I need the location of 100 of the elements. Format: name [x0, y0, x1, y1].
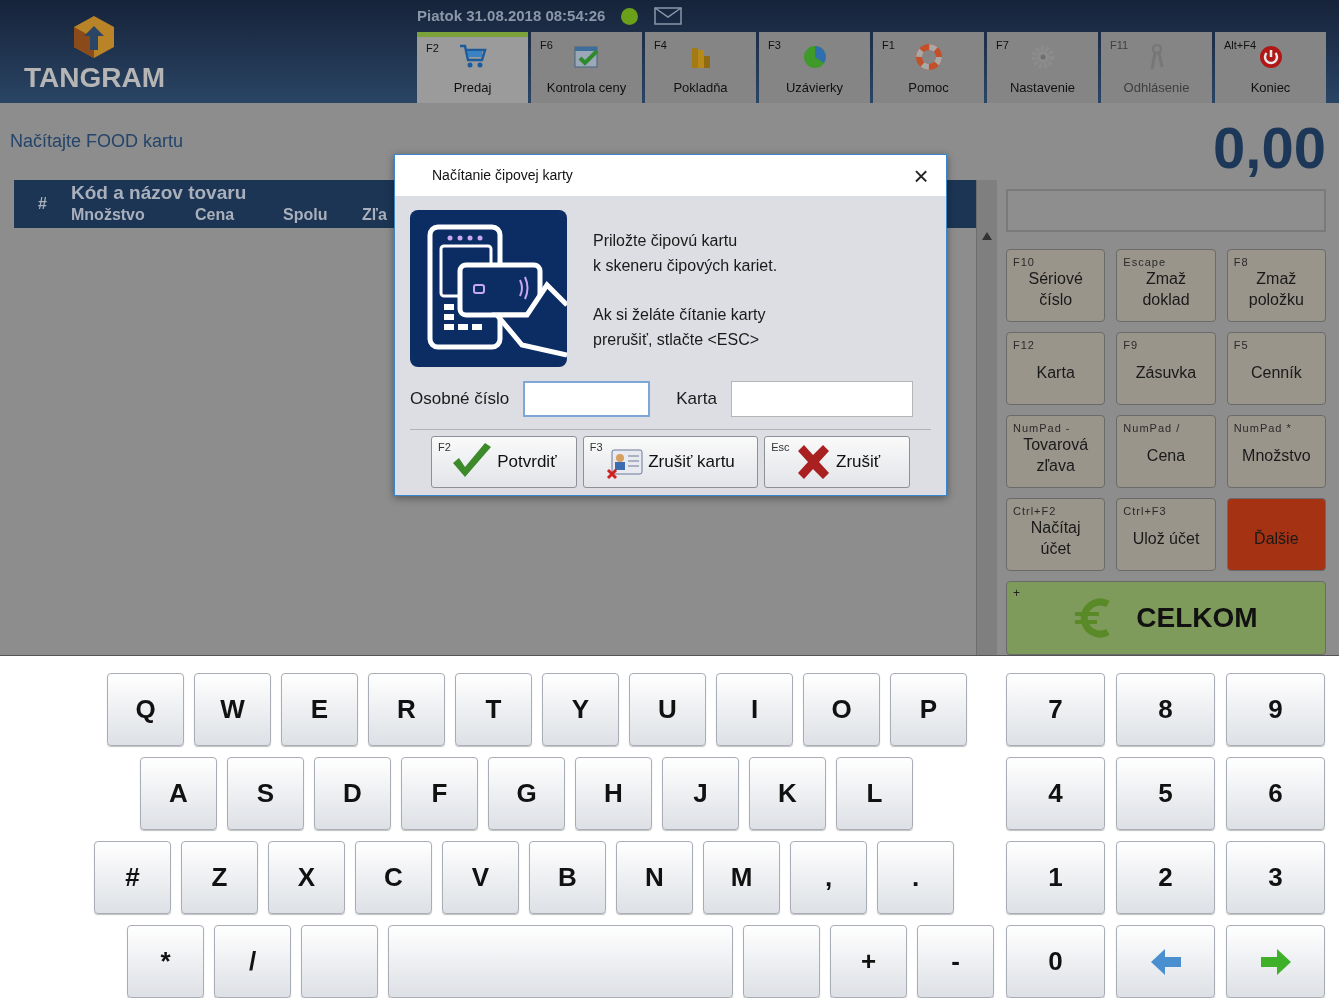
keyboard-key[interactable]: I: [716, 673, 793, 746]
keyboard-key[interactable]: N: [616, 841, 693, 914]
keyboard-key[interactable]: Y: [542, 673, 619, 746]
input-field[interactable]: [730, 381, 913, 417]
scroll-up-icon[interactable]: [982, 232, 992, 240]
dialog-message: Priložte čipovú kartu k skeneru čipových kariet.: [593, 231, 778, 276]
keyboard-key[interactable]: 7: [1006, 673, 1105, 746]
left-arrow-key[interactable]: [1116, 925, 1215, 998]
dialog-message: Ak si želáte čítanie karty prerušiť, stlačte <ESC>: [593, 305, 767, 350]
keyboard-key[interactable]: ,: [790, 841, 867, 914]
keyboard-key[interactable]: C: [355, 841, 432, 914]
keyboard-key[interactable]: B: [529, 841, 606, 914]
hotkey-label: F10: [1013, 254, 1035, 270]
keyboard-key[interactable]: #: [94, 841, 171, 914]
dialog-button[interactable]: Esc Zrušiť: [764, 436, 910, 488]
keyboard-key[interactable]: +: [830, 925, 907, 998]
hotkey-label: F2: [426, 41, 439, 56]
keyboard-key[interactable]: 0: [1006, 925, 1105, 998]
nav-tab[interactable]: F7 Nastavenie: [987, 32, 1098, 103]
nav-tab[interactable]: F4 Pokladňa: [645, 32, 756, 103]
keyboard-key[interactable]: 8: [1116, 673, 1215, 746]
keyboard-key[interactable]: 9: [1226, 673, 1325, 746]
keyboard-key[interactable]: R: [368, 673, 445, 746]
input-field[interactable]: [523, 381, 651, 417]
nav-tab[interactable]: F6 Kontrola ceny: [531, 32, 642, 103]
hotkey-label: NumPad -: [1013, 420, 1071, 436]
nav-tab[interactable]: F1 Pomoc: [873, 32, 984, 103]
logo-text: TANGRAM: [24, 64, 165, 92]
keyboard-key[interactable]: V: [442, 841, 519, 914]
column-header: Kód a názov tovaru: [71, 182, 248, 204]
nav-tab[interactable]: Alt+F4 Koniec: [1215, 32, 1326, 103]
function-button[interactable]: NumPad * Množstvo: [1226, 414, 1326, 488]
scrollbar[interactable]: [976, 180, 997, 655]
keyboard-key[interactable]: X: [268, 841, 345, 914]
keyboard-key[interactable]: E: [281, 673, 358, 746]
right-arrow-key[interactable]: [1226, 925, 1325, 998]
keyboard-key[interactable]: Q: [107, 673, 184, 746]
function-button[interactable]: F9 Zásuvka: [1116, 331, 1216, 405]
function-button[interactable]: F5 Cenník: [1226, 331, 1326, 405]
nav-tab[interactable]: F3 Uzávierky: [759, 32, 870, 103]
keyboard-key[interactable]: U: [629, 673, 706, 746]
lifebuoy-icon: [913, 41, 944, 72]
keyboard-key[interactable]: 2: [1116, 841, 1215, 914]
dialog-button[interactable]: F2 Potvrdiť: [431, 436, 577, 488]
function-button[interactable]: Ctrl+F3 Ulož účet: [1116, 497, 1216, 571]
column-header: Spolu: [283, 205, 329, 225]
function-button[interactable]: Escape Zmaž doklad: [1116, 248, 1216, 322]
column-header: #: [37, 194, 48, 214]
close-button[interactable]: ×: [906, 160, 936, 191]
keyboard-key[interactable]: 6: [1226, 757, 1325, 830]
keyboard-key[interactable]: O: [803, 673, 880, 746]
keyboard-key[interactable]: M: [703, 841, 780, 914]
hotkey-label: Esc: [771, 440, 790, 455]
column-header: Množstvo: [71, 205, 146, 225]
right-arrow-icon: [1260, 948, 1291, 975]
dialog-button[interactable]: F3 Zrušiť kartu: [582, 436, 759, 488]
total-button[interactable]: + CELKOM: [1006, 580, 1326, 655]
keyboard-key[interactable]: 4: [1006, 757, 1105, 830]
function-button[interactable]: F8 Zmaž položku: [1226, 248, 1326, 322]
keyboard-key[interactable]: J: [662, 757, 739, 830]
keyboard-key[interactable]: -: [917, 925, 994, 998]
keyboard-key[interactable]: G: [488, 757, 565, 830]
keyboard-key[interactable]: L: [836, 757, 913, 830]
keyboard-key[interactable]: 5: [1116, 757, 1215, 830]
blank-key[interactable]: [301, 925, 378, 998]
datetime-text: Piatok 31.08.2018 08:54:26: [417, 5, 606, 26]
nav-tab[interactable]: F2 Predaj: [417, 32, 528, 103]
keyboard-key[interactable]: 3: [1226, 841, 1325, 914]
keyboard-key[interactable]: D: [314, 757, 391, 830]
keyboard-key[interactable]: H: [575, 757, 652, 830]
function-button[interactable]: F12 Karta: [1006, 331, 1106, 405]
hotkey-label: F7: [996, 38, 1009, 53]
keyboard-key[interactable]: A: [140, 757, 217, 830]
keyboard-key[interactable]: F: [401, 757, 478, 830]
keyboard-key[interactable]: P: [890, 673, 967, 746]
hotkey-label: F2: [438, 440, 451, 455]
hotkey-label: F3: [768, 38, 781, 53]
keyboard-key[interactable]: .: [877, 841, 954, 914]
keyboard-key[interactable]: S: [227, 757, 304, 830]
keyboard-key[interactable]: 1: [1006, 841, 1105, 914]
field-label: Osobné číslo: [410, 388, 510, 411]
keyboard-key[interactable]: K: [749, 757, 826, 830]
hotkey-label: Ctrl+F3: [1123, 503, 1167, 519]
column-header: Zľa: [362, 205, 387, 225]
keyboard-key[interactable]: T: [455, 673, 532, 746]
blank-key[interactable]: [743, 925, 820, 998]
function-button[interactable]: NumPad / Cena: [1116, 414, 1216, 488]
hotkey-label: Ctrl+F2: [1013, 503, 1057, 519]
keyboard-key[interactable]: Z: [181, 841, 258, 914]
function-button[interactable]: Ctrl+F2 Načítaj účet: [1006, 497, 1106, 571]
field-label: Karta: [676, 388, 717, 411]
space-key[interactable]: [388, 925, 733, 998]
keyboard-key[interactable]: *: [127, 925, 204, 998]
hotkey-label: F11: [1110, 38, 1129, 53]
keyboard-key[interactable]: /: [214, 925, 291, 998]
dialog-title: Načítanie čipovej karty: [432, 166, 573, 185]
function-button[interactable]: NumPad - Tovarová zľava: [1006, 414, 1106, 488]
keyboard-key[interactable]: W: [194, 673, 271, 746]
function-button[interactable]: F10 Sériové číslo: [1006, 248, 1106, 322]
mail-icon[interactable]: [654, 7, 683, 25]
